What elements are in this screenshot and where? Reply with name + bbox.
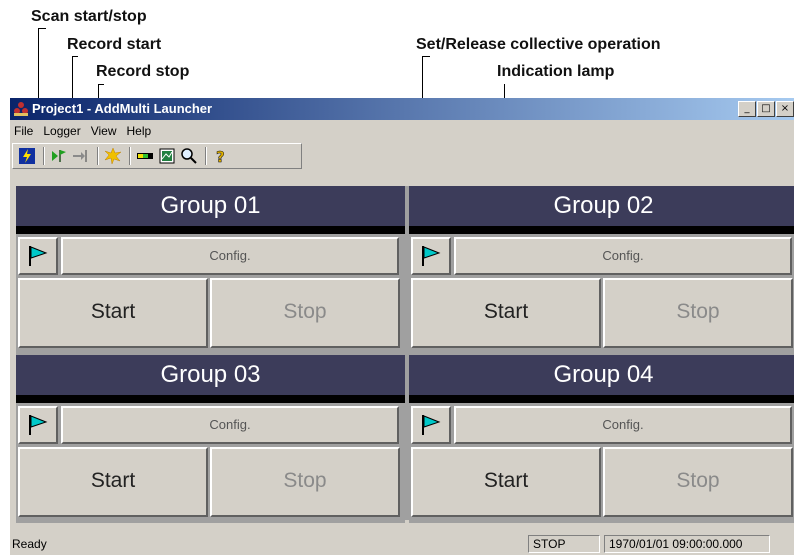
- menu-help[interactable]: Help: [123, 121, 158, 141]
- flag-icon: [29, 246, 48, 266]
- burst-icon[interactable]: [103, 146, 123, 166]
- toolbar: ?: [12, 143, 302, 169]
- start-button[interactable]: Start: [411, 278, 601, 348]
- start-button[interactable]: Start: [411, 447, 601, 517]
- app-window: Project1 - AddMulti Launcher _ □ × File …: [10, 98, 794, 555]
- toolbar-separator: [129, 147, 131, 165]
- collective-operation-button[interactable]: [18, 237, 58, 275]
- flag-icon: [422, 246, 441, 266]
- toolbar-separator: [97, 147, 99, 165]
- record-start-icon[interactable]: [49, 146, 69, 166]
- config-button[interactable]: Config.: [61, 237, 399, 275]
- record-stop-icon[interactable]: [71, 146, 91, 166]
- menu-view[interactable]: View: [87, 121, 123, 141]
- leader-collective-h: [422, 56, 430, 57]
- config-button[interactable]: Config.: [454, 237, 792, 275]
- menu-logger[interactable]: Logger: [39, 121, 86, 141]
- stop-button[interactable]: Stop: [603, 278, 793, 348]
- app-icon: [13, 101, 29, 117]
- zoom-icon[interactable]: [179, 146, 199, 166]
- status-state: STOP: [528, 535, 600, 553]
- toolbar-separator: [43, 147, 45, 165]
- menu-file[interactable]: File: [10, 121, 39, 141]
- stop-button[interactable]: Stop: [210, 447, 400, 517]
- callout-record-start: Record start: [67, 36, 162, 53]
- title-bar[interactable]: Project1 - AddMulti Launcher _ □ ×: [10, 98, 794, 120]
- menu-bar: File Logger View Help: [10, 121, 794, 141]
- collective-operation-button[interactable]: [18, 406, 58, 444]
- config-button[interactable]: Config.: [61, 406, 399, 444]
- flag-icon: [422, 415, 441, 435]
- window-title: Project1 - AddMulti Launcher: [32, 101, 213, 116]
- group-grid: Group 01 Config. Start Stop Group 02 Con…: [16, 186, 794, 523]
- help-icon[interactable]: ?: [211, 146, 231, 166]
- callout-record-stop: Record stop: [96, 63, 190, 80]
- group-panel: Group 01 Config. Start Stop: [16, 186, 405, 354]
- stop-button[interactable]: Stop: [603, 447, 793, 517]
- group-title: Group 03: [16, 355, 405, 403]
- callout-scan-start-stop: Scan start/stop: [31, 8, 147, 25]
- status-ready: Ready: [12, 537, 47, 551]
- group-title: Group 01: [16, 186, 405, 234]
- group-title: Group 04: [409, 355, 794, 403]
- callout-indication-lamp: Indication lamp: [497, 63, 615, 80]
- minimize-button[interactable]: _: [738, 101, 756, 117]
- collective-operation-button[interactable]: [411, 237, 451, 275]
- group-panel: Group 03 Config. Start Stop: [16, 355, 405, 523]
- start-button[interactable]: Start: [18, 278, 208, 348]
- collective-operation-button[interactable]: [411, 406, 451, 444]
- leader-scan-h: [38, 28, 46, 29]
- flag-icon: [29, 415, 48, 435]
- group-title: Group 02: [409, 186, 794, 234]
- status-bar: Ready STOP 1970/01/01 09:00:00.000: [10, 533, 794, 555]
- display-icon[interactable]: [157, 146, 177, 166]
- scan-start-stop-icon[interactable]: [17, 146, 37, 166]
- svg-text:?: ?: [216, 148, 225, 165]
- level-meter-icon[interactable]: [135, 146, 155, 166]
- stop-button[interactable]: Stop: [210, 278, 400, 348]
- toolbar-separator: [205, 147, 207, 165]
- callout-collective-operation: Set/Release collective operation: [416, 36, 661, 53]
- config-button[interactable]: Config.: [454, 406, 792, 444]
- group-panel: Group 04 Config. Start Stop: [409, 355, 794, 523]
- close-button[interactable]: ×: [776, 101, 794, 117]
- group-panel: Group 02 Config. Start Stop: [409, 186, 794, 354]
- maximize-button[interactable]: □: [757, 101, 775, 117]
- status-datetime: 1970/01/01 09:00:00.000: [604, 535, 770, 553]
- start-button[interactable]: Start: [18, 447, 208, 517]
